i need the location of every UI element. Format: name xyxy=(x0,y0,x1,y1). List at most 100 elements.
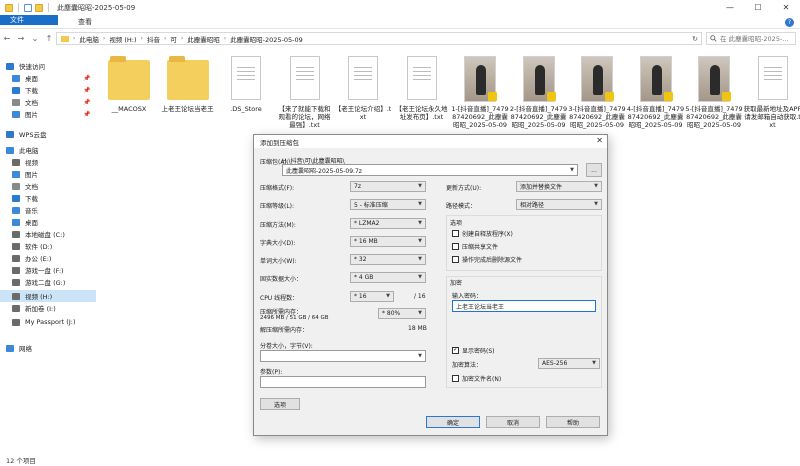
search-input[interactable] xyxy=(720,34,795,43)
sidebar-item[interactable]: 游戏一盘 (F:) xyxy=(0,264,64,276)
encryption-method-value: AES-256 xyxy=(542,360,568,367)
sidebar-item[interactable]: 图片 📌 xyxy=(0,108,90,120)
sidebar-item-label: 游戏二盘 (G:) xyxy=(25,279,66,287)
maximize-button[interactable]: ☐ xyxy=(744,0,772,15)
minimize-button[interactable]: — xyxy=(716,0,744,15)
up-button[interactable]: ↑ xyxy=(42,34,56,43)
chevron-down-icon[interactable]: ▼ xyxy=(418,353,422,359)
sidebar-item[interactable]: 音乐 xyxy=(0,204,38,216)
image-thumbnail-icon xyxy=(459,56,501,102)
sidebar-item[interactable]: 文档 📌 xyxy=(0,96,90,108)
help-icon[interactable]: ? xyxy=(785,18,794,27)
split-size-select[interactable]: ▼ xyxy=(260,350,426,362)
file-item[interactable]: 3-[抖音直播]_747987420692_此塵囊昭昭_2025-05-09 xyxy=(568,56,626,129)
drive-icon xyxy=(12,318,20,326)
path-mode-select[interactable]: 相对路径 ▼ xyxy=(516,199,602,210)
file-item[interactable]: .DS_Store xyxy=(217,56,275,113)
password-input[interactable]: 上老王论坛当老王 xyxy=(452,300,596,312)
delete-after-checkbox[interactable]: 操作完成后删除源文件 xyxy=(452,255,522,264)
breadcrumb-item[interactable]: 此塵囊昭昭-2025-05-09 xyxy=(230,34,303,44)
sidebar-item[interactable]: WPS云盘 xyxy=(0,128,46,140)
method-select[interactable]: * LZMA2 ▼ xyxy=(350,218,426,229)
sidebar-item[interactable]: 此电脑 xyxy=(0,144,39,156)
address-bar[interactable]: › 此电脑 › 视频 (H:) › 抖音 › 可 › 此塵囊昭昭 › 此塵囊昭昭… xyxy=(56,32,702,45)
file-item[interactable]: 2-[抖音直播]_747987420692_此塵囊昭昭_2025-05-09 xyxy=(510,56,568,129)
cancel-button[interactable]: 取消 xyxy=(486,416,540,428)
cloud-icon xyxy=(6,130,14,138)
sidebar-item[interactable]: 文档 xyxy=(0,180,38,192)
sidebar-item[interactable]: 新加卷 (I:) xyxy=(0,302,56,314)
file-item[interactable]: 获取最新地址及APP请发邮箱自动获取.txt xyxy=(744,56,800,129)
encryption-method-select[interactable]: AES-256 ▼ xyxy=(538,358,600,369)
back-button[interactable]: ← xyxy=(0,34,14,43)
word-size-select[interactable]: * 32 ▼ xyxy=(350,254,426,265)
file-item[interactable]: 1-[抖音直播]_747987420692_此塵囊昭昭_2025-05-09 xyxy=(451,56,509,129)
help-button[interactable]: 帮助 xyxy=(546,416,600,428)
level-select[interactable]: 5 - 标准压缩 ▼ xyxy=(350,199,426,210)
sidebar-item-label: 软件 (D:) xyxy=(25,243,53,251)
chevron-down-icon: ▼ xyxy=(418,183,422,189)
sidebar-item[interactable]: 游戏二盘 (G:) xyxy=(0,276,65,288)
tab-file[interactable]: 文件 xyxy=(0,15,58,25)
properties-icon[interactable] xyxy=(24,3,32,12)
tab-view[interactable]: 查看 xyxy=(68,15,102,28)
delete-after-label: 操作完成后删除源文件 xyxy=(462,257,523,264)
sidebar-item[interactable]: 下载 xyxy=(0,192,38,204)
sfx-checkbox[interactable]: 创建自释放程序(X) xyxy=(452,229,513,238)
checkbox-checked-icon xyxy=(452,346,459,354)
encrypt-filenames-checkbox[interactable]: 加密文件名(N) xyxy=(452,374,501,383)
recent-locations-button[interactable]: ⌄ xyxy=(28,34,42,43)
file-item[interactable]: __MACOSX xyxy=(100,56,158,113)
chevron-down-icon[interactable]: ▼ xyxy=(570,167,574,173)
search-box[interactable] xyxy=(706,32,796,45)
update-mode-label: 更新方式(U): xyxy=(446,185,482,192)
file-item[interactable]: 4-[抖音直播]_747987420692_此塵囊昭昭_2025-05-09 xyxy=(627,56,685,129)
file-item[interactable]: 上老王论坛当老王 xyxy=(159,56,217,113)
sidebar-item[interactable]: 桌面 📌 xyxy=(0,72,90,84)
dictionary-select[interactable]: * 16 MB ▼ xyxy=(350,236,426,247)
options-button[interactable]: 选项 xyxy=(260,398,300,410)
sidebar-item[interactable]: 办公 (E:) xyxy=(0,252,51,264)
sidebar-item[interactable]: 网络 xyxy=(0,342,32,354)
sidebar-item[interactable]: 桌面 xyxy=(0,216,38,228)
show-password-checkbox[interactable]: 显示密码(S) xyxy=(452,346,495,355)
file-item[interactable]: 5-[抖音直播]_747987420692_此塵囊昭昭_2025-05-09 xyxy=(685,56,743,129)
file-name: 4-[抖音直播]_747987420692_此塵囊昭昭_2025-05-09 xyxy=(626,105,685,129)
breadcrumb-item[interactable]: 视频 (H:) xyxy=(109,34,136,44)
memory-usage-value: * 80% xyxy=(382,310,401,317)
file-name: 【老王论坛介绍】.txt xyxy=(334,105,392,121)
refresh-icon[interactable]: ↻ xyxy=(692,35,698,43)
sidebar-item[interactable]: 下载 📌 xyxy=(0,84,90,96)
parameters-input[interactable] xyxy=(260,376,426,388)
file-item[interactable]: 【老王论坛永久地址发布页】.txt xyxy=(393,56,451,121)
breadcrumb-item[interactable]: 可 xyxy=(170,34,177,44)
sidebar-item[interactable]: My Passport (J:) xyxy=(0,316,75,328)
decompress-memory-value: 18 MB xyxy=(408,325,427,332)
archive-name-field[interactable]: 此塵囊昭昭-2025-05-09.7z ▼ xyxy=(282,164,578,176)
file-item[interactable]: 【老王论坛介绍】.txt xyxy=(334,56,392,121)
sidebar-item[interactable]: 快速访问 xyxy=(0,60,45,72)
sidebar-item[interactable]: 软件 (D:) xyxy=(0,240,52,252)
picture-icon xyxy=(12,110,20,118)
solid-size-select[interactable]: * 4 GB ▼ xyxy=(350,272,426,283)
sidebar-item[interactable]: 本地磁盘 (C:) xyxy=(0,228,65,240)
breadcrumb-item[interactable]: 抖音 xyxy=(147,34,160,44)
sidebar-item[interactable]: 视频 (H:) xyxy=(0,290,96,302)
update-mode-select[interactable]: 添加并替换文件 ▼ xyxy=(516,181,602,192)
new-folder-icon[interactable] xyxy=(35,3,43,12)
file-item[interactable]: 【来了就能下载和观看的论坛，网络最强】.txt xyxy=(276,56,334,129)
ok-button[interactable]: 确定 xyxy=(426,416,480,428)
file-name: 5-[抖音直播]_747987420692_此塵囊昭昭_2025-05-09 xyxy=(685,105,743,129)
memory-usage-select[interactable]: * 80% ▼ xyxy=(378,308,426,319)
forward-button[interactable]: → xyxy=(14,34,28,43)
dialog-close-button[interactable]: ✕ xyxy=(596,136,603,145)
sidebar-item[interactable]: 图片 xyxy=(0,168,38,180)
format-select[interactable]: 7z ▼ xyxy=(350,181,426,192)
breadcrumb-item[interactable]: 此塵囊昭昭 xyxy=(187,34,220,44)
sidebar-item[interactable]: 视频 xyxy=(0,156,38,168)
breadcrumb-item[interactable]: 此电脑 xyxy=(79,34,99,44)
browse-button[interactable]: ... xyxy=(586,163,602,177)
close-button[interactable]: ✕ xyxy=(772,0,800,15)
shared-files-checkbox[interactable]: 压缩共享文件 xyxy=(452,242,498,251)
cpu-threads-select[interactable]: * 16 ▼ xyxy=(350,291,394,302)
